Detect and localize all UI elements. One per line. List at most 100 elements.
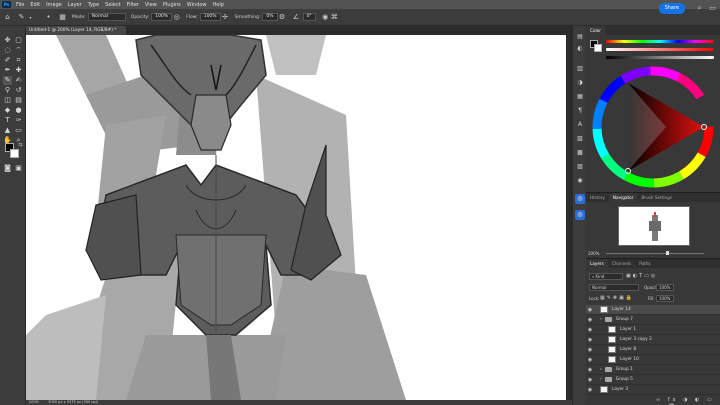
visibility-eye-icon[interactable]: ◉	[586, 317, 594, 323]
swap-colors-icon[interactable]: ⇆	[16, 141, 25, 150]
layer-row[interactable]: ◉ Layer 14	[586, 305, 720, 315]
document-canvas[interactable]	[26, 35, 566, 400]
navigator-zoom-slider[interactable]	[606, 253, 704, 254]
brush-settings-panel-icon[interactable]: ▦	[58, 13, 67, 22]
smoothing-options-gear-icon[interactable]: ⚙	[278, 13, 287, 22]
status-zoom[interactable]: 200%	[29, 400, 39, 404]
brush-tool-preset-icon[interactable]: ✎	[17, 13, 26, 22]
adjustments-icon[interactable]: ◑	[575, 78, 585, 88]
eyedropper-tool-icon[interactable]: ✒	[3, 66, 12, 75]
brushes-icon[interactable]: ◎	[575, 194, 585, 204]
menu-plugins[interactable]: Plugins	[160, 2, 184, 8]
menu-image[interactable]: Image	[43, 2, 65, 8]
airbrush-icon[interactable]: ✢	[221, 13, 230, 22]
layer-fill-field[interactable]: 100%	[656, 295, 674, 302]
group-expand-chevron-icon[interactable]: ›	[600, 377, 602, 382]
brush-size-icon[interactable]: •	[44, 13, 53, 22]
menu-type[interactable]: Type	[85, 2, 102, 8]
pressure-opacity-icon[interactable]: ◎	[172, 13, 181, 22]
symmetry-icon[interactable]: ⌘	[330, 13, 339, 22]
layer-group-row[interactable]: ◉ › Group 1	[586, 365, 720, 375]
layer-footer-icons[interactable]: ∞ fx ◑ ◐ ▭ ＋ 🗑	[656, 397, 720, 405]
tab-paths[interactable]: Paths	[635, 259, 654, 268]
group-expand-chevron-icon[interactable]: ›	[600, 367, 602, 372]
layer-row[interactable]: ◉ Layer 3	[586, 385, 720, 395]
properties-icon[interactable]: ▥	[575, 64, 585, 74]
type-tool-icon[interactable]: T	[3, 116, 12, 125]
screen-mode-icon[interactable]: ▣	[14, 164, 23, 173]
share-button[interactable]: Share	[658, 3, 685, 14]
quick-select-tool-icon[interactable]: ✐	[3, 56, 12, 65]
layer-row[interactable]: ◉ Layer 10	[586, 355, 720, 365]
visibility-eye-icon[interactable]: ◉	[586, 357, 594, 363]
visibility-eye-icon[interactable]: ◉	[586, 377, 594, 383]
tab-history[interactable]: History	[586, 193, 609, 202]
layer-row[interactable]: ◉ Layer 1	[586, 325, 720, 335]
glyphs-icon[interactable]: ▧	[575, 134, 585, 144]
eraser-tool-icon[interactable]: ◫	[3, 96, 12, 105]
gradients-icon[interactable]: ▨	[575, 162, 585, 172]
workspace-icon[interactable]: ▭	[708, 3, 717, 14]
paragraph-icon[interactable]: ¶	[575, 106, 585, 116]
libraries-icon[interactable]: ▦	[575, 92, 585, 102]
layer-filter-kind[interactable]: ⌕ Kind	[589, 273, 623, 280]
angle-field[interactable]: 0°	[302, 13, 316, 21]
gradient-tool-icon[interactable]: ▤	[14, 96, 23, 105]
flow-field[interactable]: 100%	[199, 13, 221, 21]
mode-select[interactable]: Normal	[87, 13, 126, 21]
clone-stamp-tool-icon[interactable]: ⚲	[3, 86, 12, 95]
visibility-eye-icon[interactable]: ◉	[586, 327, 594, 333]
menu-select[interactable]: Select	[102, 2, 123, 8]
layer-blend-mode-select[interactable]: Normal	[589, 284, 639, 291]
opacity-field[interactable]: 100%	[151, 13, 173, 21]
menu-edit[interactable]: Edit	[27, 2, 43, 8]
background-color-swatch[interactable]	[10, 149, 19, 158]
layer-row[interactable]: ◉ Layer 8	[586, 345, 720, 355]
menu-file[interactable]: File	[13, 2, 27, 8]
visibility-eye-icon[interactable]: ◉	[586, 337, 594, 343]
tab-color[interactable]: Color	[586, 26, 605, 35]
navigator-zoom-handle[interactable]	[666, 251, 669, 255]
layer-row[interactable]: ◉ Layer 3 copy 2	[586, 335, 720, 345]
visibility-eye-icon[interactable]: ◉	[586, 387, 594, 393]
polygonal-lasso-icon[interactable]: ⌔	[14, 46, 23, 55]
blur-tool-icon[interactable]: ◆	[3, 106, 12, 115]
layer-filter-icons[interactable]: ▣◐T▭◎	[626, 273, 657, 279]
document-tab[interactable]: Untitled-1 @ 200% (Layer 14, RGB/8#) *	[26, 26, 126, 35]
menu-help[interactable]: Help	[210, 2, 227, 8]
layer-group-row[interactable]: ◉ › Group 7	[586, 315, 720, 325]
navigator-zoom-value[interactable]: 200%	[588, 251, 599, 256]
mixer-brush-icon[interactable]: ✍	[14, 76, 23, 85]
layer-lock-icons[interactable]: ▦✎✥▣🔒	[600, 295, 634, 301]
layer-group-row[interactable]: ◉ › Group 5	[586, 375, 720, 385]
saturation-slider[interactable]	[606, 48, 714, 51]
menu-filter[interactable]: Filter	[124, 2, 142, 8]
character-icon[interactable]: A	[575, 120, 585, 130]
healing-brush-icon[interactable]: ✚	[14, 66, 23, 75]
rectangle-tool-icon[interactable]: ▭	[14, 126, 23, 135]
tab-navigator[interactable]: Navigator	[608, 193, 638, 202]
menu-view[interactable]: View	[142, 2, 160, 8]
swatches-icon[interactable]: ▩	[575, 148, 585, 158]
color-background-swatch[interactable]	[594, 44, 602, 52]
move-tool-icon[interactable]: ✥	[3, 36, 12, 45]
pen-tool-icon[interactable]: ✑	[14, 116, 23, 125]
smoothing-field[interactable]: 0%	[262, 13, 278, 21]
brightness-slider[interactable]	[606, 56, 714, 59]
crop-tool-icon[interactable]: ⌗	[14, 56, 23, 65]
lasso-tool-icon[interactable]: ◌	[3, 46, 12, 55]
path-selection-tool-icon[interactable]: ▲	[3, 126, 12, 135]
tab-layers[interactable]: Layers	[586, 259, 608, 268]
brush-tool-icon[interactable]: ✎	[3, 76, 12, 85]
styles-icon[interactable]: ◉	[575, 176, 585, 186]
color-wheel[interactable]	[592, 66, 714, 188]
comments-icon[interactable]: ▤	[575, 32, 585, 42]
navigator-preview[interactable]	[618, 206, 690, 246]
search-icon[interactable]: ⌕	[695, 3, 704, 14]
tab-channels[interactable]: Channels	[608, 259, 635, 268]
home-icon[interactable]: ⌂	[3, 13, 12, 22]
learn-icon[interactable]: ◐	[575, 44, 585, 54]
tab-brush-settings[interactable]: Brush Settings	[637, 193, 676, 202]
menu-layer[interactable]: Layer	[65, 2, 85, 8]
chevron-down-icon[interactable]: ▾	[26, 13, 35, 22]
